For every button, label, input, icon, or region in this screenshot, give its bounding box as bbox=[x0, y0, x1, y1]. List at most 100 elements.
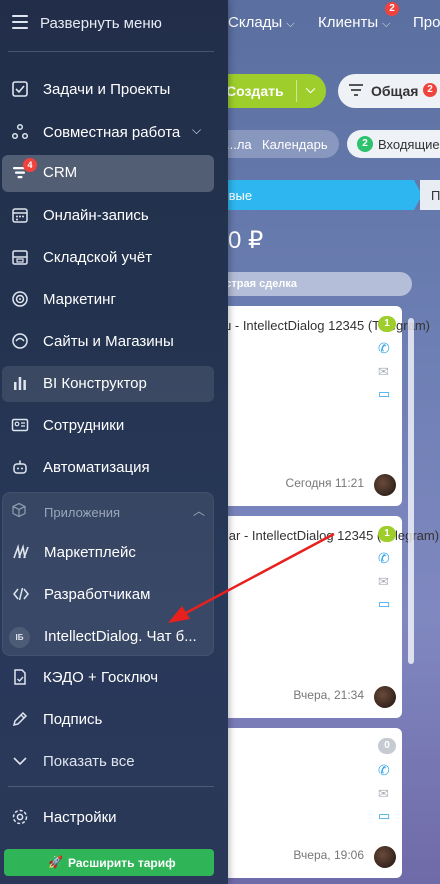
stage-next-label: П bbox=[431, 188, 440, 203]
sidebar-item-intellectdialog[interactable]: IБ IntellectDialog. Чат б... bbox=[1, 619, 229, 655]
stage-next[interactable]: П bbox=[420, 180, 440, 210]
apps-group: Приложения ︿ Маркетплейс Разработчикам I… bbox=[2, 492, 214, 656]
chat-icon[interactable]: ▭ bbox=[378, 596, 390, 612]
sidebar-item-employees[interactable]: Сотрудники bbox=[0, 408, 228, 444]
deal-card-date: Вчера, 21:34 bbox=[293, 688, 364, 702]
doc-sign-icon bbox=[10, 668, 30, 688]
deal-card-date: Сегодня 11:21 bbox=[285, 476, 364, 490]
nav-more-label: Про bbox=[413, 14, 440, 31]
nav-clients-label: Клиенты bbox=[318, 14, 379, 31]
sidebar-item-marketplace[interactable]: Маркетплейс bbox=[1, 535, 229, 571]
sidebar-item-warehouse[interactable]: Складской учёт bbox=[0, 240, 228, 276]
chat-icon[interactable]: ▭ bbox=[378, 808, 390, 824]
upgrade-plan-label: Расширить тариф bbox=[68, 856, 176, 870]
sidebar-item-automation[interactable]: Автоматизация bbox=[0, 450, 228, 486]
sites-icon bbox=[10, 332, 30, 352]
deal-card-counter: 1 bbox=[378, 526, 396, 542]
chevron-down-icon: ⌵ bbox=[286, 18, 295, 30]
general-filter-badge: 2 bbox=[423, 83, 437, 97]
inbox-button[interactable]: 2 Входящие bbox=[347, 130, 440, 158]
mail-icon[interactable]: ✉ bbox=[378, 574, 389, 590]
chat-icon[interactable]: ▭ bbox=[378, 386, 390, 402]
deal-card-title: ...ш - IntellectDialog 12345 (Telegram) bbox=[210, 318, 430, 333]
deal-card[interactable]: Aidar - IntellectDialog 12345 (Telegram)… bbox=[200, 516, 439, 718]
sidebar-item-bi[interactable]: BI Конструктор bbox=[2, 366, 214, 402]
sidebar-item-sites[interactable]: Сайты и Магазины bbox=[0, 324, 228, 360]
sidebar-item-label: Маркетплейс bbox=[44, 544, 136, 561]
kanban-scrollbar[interactable] bbox=[408, 318, 414, 664]
general-filter-button[interactable]: Общая 2 bbox=[338, 74, 440, 108]
chevron-down-icon bbox=[10, 752, 30, 772]
sidebar-item-label: Задачи и Проекты bbox=[43, 81, 171, 98]
sidebar-item-label: Сайты и Магазины bbox=[43, 333, 174, 350]
warehouse-icon bbox=[10, 248, 30, 268]
phone-icon[interactable]: ✆ bbox=[378, 762, 390, 779]
nav-more[interactable]: Про bbox=[413, 14, 440, 31]
view-tabs: ...ла Календарь bbox=[214, 130, 339, 158]
create-split-divider bbox=[296, 80, 297, 102]
expand-menu-button[interactable]: Развернуть меню bbox=[0, 0, 228, 50]
sidebar-item-label: Настройки bbox=[43, 809, 117, 826]
apps-group-header[interactable]: Приложения ︿ bbox=[3, 493, 215, 529]
view-tab-list[interactable]: ...ла bbox=[226, 137, 252, 152]
rocket-icon: 🚀 bbox=[48, 855, 63, 869]
mail-icon[interactable]: ✉ bbox=[378, 786, 389, 802]
sidebar-item-label: Автоматизация bbox=[43, 459, 150, 476]
target-icon bbox=[10, 290, 30, 310]
nav-warehouses[interactable]: Склады ⌵ bbox=[228, 14, 295, 31]
sidebar-item-label: Складской учёт bbox=[43, 249, 153, 266]
sidebar-item-sign[interactable]: Подпись bbox=[0, 702, 228, 738]
nav-warehouses-label: Склады bbox=[228, 14, 283, 31]
mail-icon[interactable]: ✉ bbox=[378, 364, 389, 380]
bi-chart-icon bbox=[10, 374, 30, 394]
deal-card-counter: 0 bbox=[378, 738, 396, 754]
deal-card-counter: 1 bbox=[378, 316, 396, 332]
phone-icon[interactable]: ✆ bbox=[378, 340, 390, 357]
id-card-icon bbox=[10, 416, 30, 436]
cube-icon bbox=[11, 502, 27, 521]
sidebar-item-label: КЭДО + Госключ bbox=[43, 669, 159, 686]
sidebar-divider bbox=[8, 786, 214, 787]
sidebar-item-label: Показать все bbox=[43, 753, 135, 770]
collab-icon bbox=[10, 123, 30, 143]
avatar bbox=[374, 846, 396, 868]
sidebar-item-label: Онлайн-запись bbox=[43, 207, 149, 224]
sidebar-item-collab[interactable]: Совместная работа ⌵ bbox=[0, 115, 228, 151]
nav-clients[interactable]: Клиенты ⌵ bbox=[318, 14, 391, 31]
sidebar-item-label: Разработчикам bbox=[44, 586, 151, 603]
sidebar-item-label: Сотрудники bbox=[43, 417, 125, 434]
deal-card[interactable]: 0 ✆ ✉ ▭ Вчера, 19:06 bbox=[200, 728, 402, 878]
sidebar-item-crm[interactable]: 4 CRM bbox=[2, 155, 214, 192]
apps-group-label: Приложения bbox=[44, 505, 121, 520]
deal-card-title: Aidar - IntellectDialog 12345 (Telegram) bbox=[210, 528, 440, 543]
create-label: Создать bbox=[226, 83, 284, 99]
chevron-down-icon[interactable]: ⌵ bbox=[306, 82, 315, 97]
sidebar-item-label: CRM bbox=[43, 164, 78, 181]
sidebar-item-marketing[interactable]: Маркетинг bbox=[0, 282, 228, 318]
sidebar-item-label: Подпись bbox=[43, 711, 103, 728]
general-filter-label: Общая bbox=[371, 83, 419, 99]
deal-card[interactable]: ...ш - IntellectDialog 12345 (Telegram) … bbox=[200, 306, 430, 506]
inbox-count: 2 bbox=[357, 136, 373, 152]
create-button[interactable]: Создать ⌵ bbox=[214, 74, 326, 108]
sidebar-item-booking[interactable]: Онлайн-запись bbox=[0, 198, 228, 234]
left-sidebar: Развернуть меню Задачи и Проекты Совмест… bbox=[0, 0, 228, 884]
sidebar-item-settings[interactable]: Настройки bbox=[0, 800, 228, 836]
sidebar-item-developers[interactable]: Разработчикам bbox=[1, 577, 229, 613]
phone-icon[interactable]: ✆ bbox=[378, 550, 390, 567]
checkbox-icon bbox=[10, 80, 30, 100]
stage-new[interactable]: Новые bbox=[200, 180, 422, 210]
stage-sum: 0 ₽ bbox=[228, 227, 264, 254]
crm-badge: 4 bbox=[23, 158, 37, 172]
upgrade-plan-button[interactable]: 🚀 Расширить тариф bbox=[4, 849, 214, 876]
sidebar-item-kedo[interactable]: КЭДО + Госключ bbox=[0, 660, 228, 696]
expand-menu-label: Развернуть меню bbox=[40, 15, 162, 32]
avatar bbox=[374, 686, 396, 708]
filter-icon bbox=[348, 82, 364, 101]
sidebar-divider bbox=[8, 51, 214, 52]
view-tab-calendar[interactable]: Календарь bbox=[262, 137, 328, 152]
sidebar-item-show-all[interactable]: Показать все bbox=[0, 744, 228, 780]
inbox-label: Входящие bbox=[378, 137, 440, 152]
sidebar-item-label: BI Конструктор bbox=[43, 375, 147, 392]
sidebar-item-tasks[interactable]: Задачи и Проекты bbox=[0, 72, 228, 108]
